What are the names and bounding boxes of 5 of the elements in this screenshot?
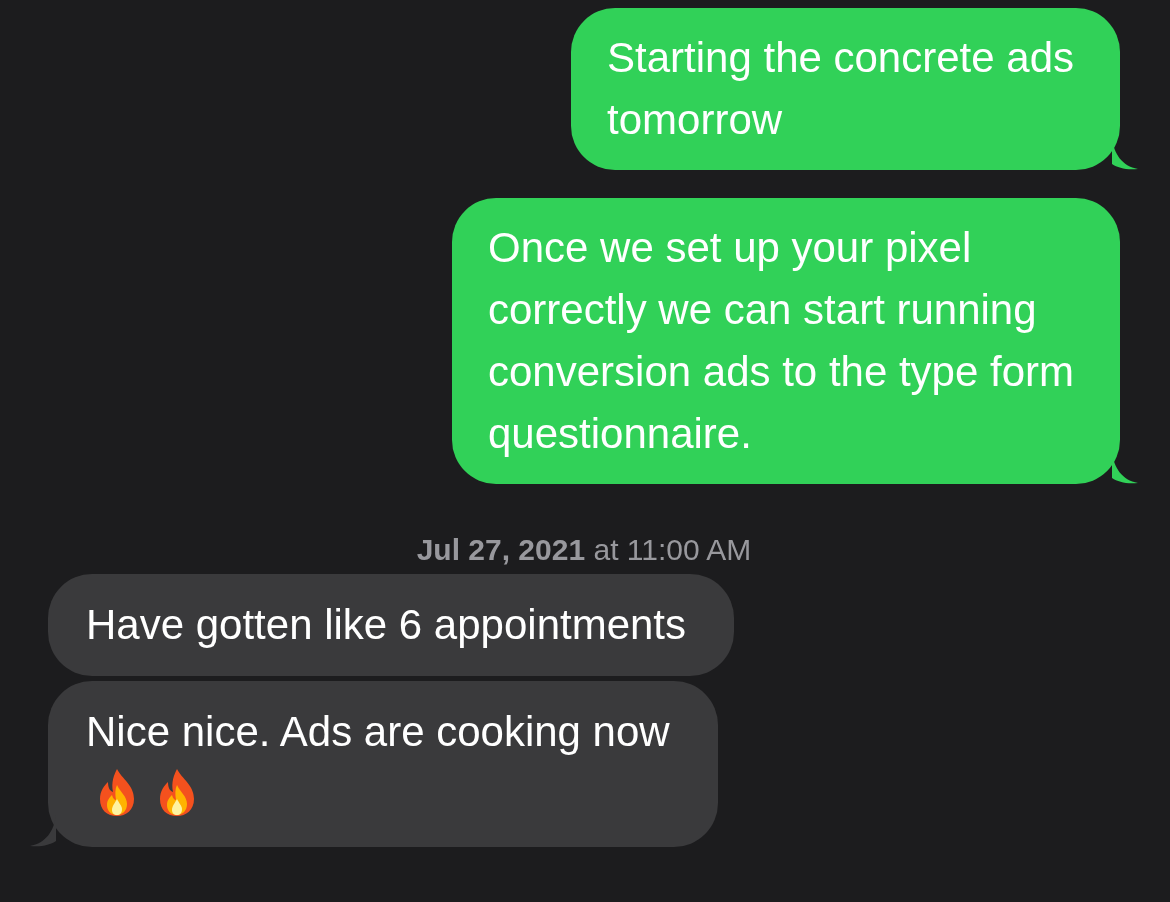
message-text: Have gotten like 6 appointments bbox=[86, 600, 687, 650]
message-text: Once we set up your pixel correctly we can start running conversion ads to the type form questionnaire. bbox=[488, 223, 1074, 459]
timestamp: Jul 27, 2021 at 11:00 AM bbox=[415, 532, 753, 568]
message-text: Nice nice. Ads are cooking now bbox=[86, 707, 670, 757]
message-text: Starting the concrete ads tomorrow bbox=[607, 33, 1074, 145]
